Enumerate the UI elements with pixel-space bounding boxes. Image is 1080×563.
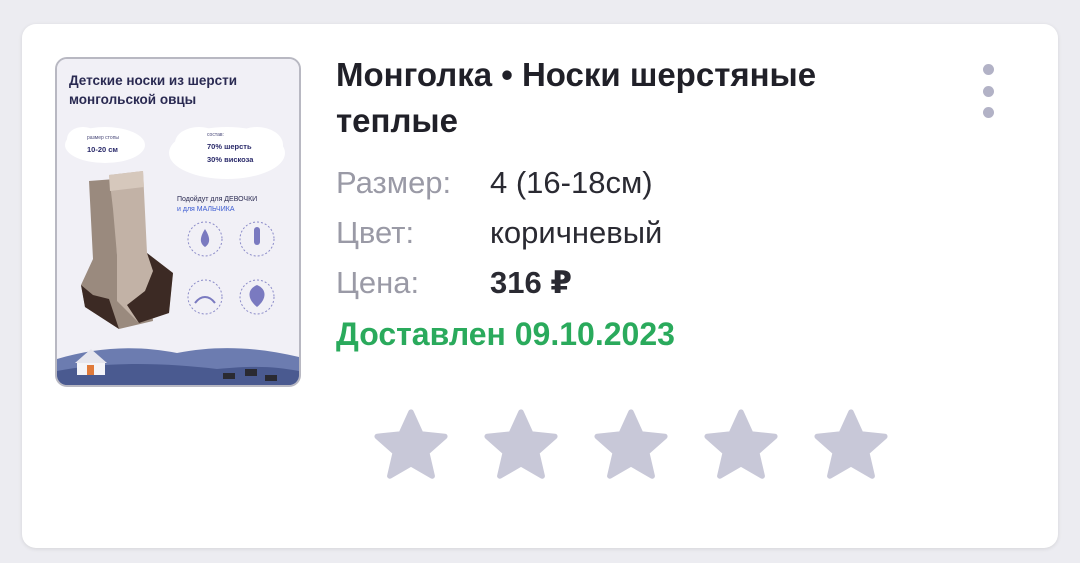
image-composition-label: состав:: [207, 132, 224, 138]
image-fits-1: Подойдут для ДЕВОЧКИ: [177, 195, 257, 203]
color-value: коричневый: [490, 215, 663, 250]
image-composition-2: 30% вискоза: [207, 155, 254, 164]
more-vertical-icon: [982, 64, 994, 75]
star-icon-2[interactable]: [480, 406, 562, 488]
image-heading-2: монгольской овцы: [69, 92, 196, 107]
size-label: Размер:: [336, 165, 452, 200]
image-size-value: 10-20 см: [87, 145, 118, 154]
image-size-label: размер стопы: [87, 135, 119, 141]
star-icon-4[interactable]: [700, 406, 782, 488]
product-title[interactable]: Монголка • Носки шерстяные теплые: [336, 52, 936, 144]
size-row: Размер: 4 (16-18см): [336, 158, 662, 208]
image-fits-2: и для МАЛЬЧИКА: [177, 206, 235, 213]
product-properties: Размер: 4 (16-18см) Цвет: коричневый Цен…: [336, 158, 662, 308]
price-row: Цена: 316 ₽: [336, 258, 662, 308]
price-value: 316 ₽: [490, 265, 572, 300]
price-label: Цена:: [336, 265, 420, 300]
star-icon-5[interactable]: [810, 406, 892, 488]
more-vertical-icon-dot-2: [982, 85, 994, 97]
color-label: Цвет:: [336, 215, 415, 250]
image-heading-1: Детские носки из шерсти: [69, 73, 237, 88]
more-menu-button[interactable]: [976, 64, 1000, 118]
image-composition-1: 70% шерсть: [207, 142, 252, 151]
color-row: Цвет: коричневый: [336, 208, 662, 258]
product-image[interactable]: Детские носки из шерсти монгольской овцы…: [55, 57, 301, 387]
delivery-status: Доставлен 09.10.2023: [336, 316, 675, 352]
more-vertical-icon-dot-3: [982, 107, 994, 118]
star-icon-1[interactable]: [370, 406, 452, 488]
order-item-card: Детские носки из шерсти монгольской овцы…: [22, 24, 1058, 548]
rating-stars: [370, 406, 892, 488]
size-value: 4 (16-18см): [490, 165, 653, 200]
star-icon-3[interactable]: [590, 406, 672, 488]
